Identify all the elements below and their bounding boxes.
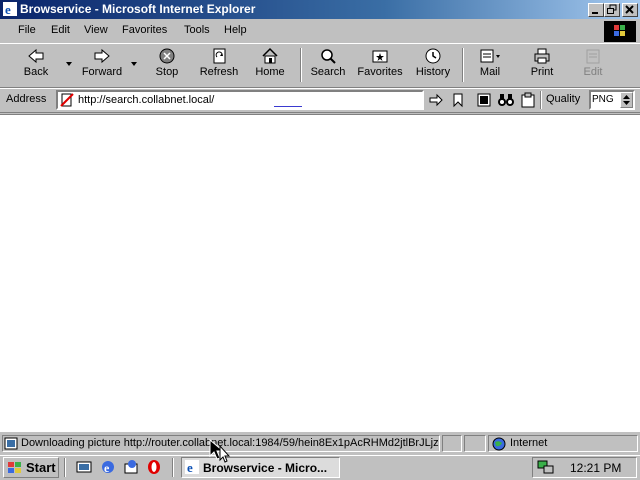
- opera-icon[interactable]: [146, 459, 162, 475]
- show-desktop-icon[interactable]: [76, 459, 92, 475]
- edit-icon: [586, 49, 600, 64]
- svg-text:e: e: [5, 2, 11, 16]
- page-content[interactable]: [0, 114, 640, 432]
- ie-throbber-logo: [604, 21, 636, 42]
- book-icon[interactable]: [476, 92, 492, 108]
- favorites-button[interactable]: Favorites: [354, 47, 406, 83]
- favorites-icon: [372, 50, 388, 63]
- refresh-button[interactable]: Refresh: [196, 47, 242, 83]
- security-zone: Internet: [510, 437, 548, 449]
- taskbar-separator: [172, 458, 174, 477]
- ie-window-icon: e: [185, 460, 199, 474]
- home-button[interactable]: Home: [252, 47, 288, 83]
- go-arrow-icon[interactable]: [428, 92, 444, 108]
- status-pane-lock: [464, 435, 486, 452]
- search-icon: [321, 49, 336, 64]
- svg-text:e: e: [104, 461, 110, 475]
- minimize-icon: [592, 12, 598, 14]
- minimize-button[interactable]: [588, 3, 604, 17]
- taskbar-clock[interactable]: 12:21 PM: [570, 461, 621, 475]
- forward-dropdown-arrow-icon[interactable]: [131, 62, 137, 66]
- windows-logo-icon: [614, 25, 625, 36]
- quality-value: PNG: [592, 94, 614, 105]
- start-button[interactable]: Start: [3, 457, 59, 478]
- print-icon: [534, 48, 550, 64]
- history-button[interactable]: History: [412, 47, 454, 83]
- menu-file[interactable]: File: [18, 24, 36, 36]
- print-button[interactable]: Print: [524, 47, 560, 83]
- address-underline: [274, 106, 302, 107]
- stop-button[interactable]: Stop: [150, 47, 184, 83]
- menu-view[interactable]: View: [84, 24, 108, 36]
- window-title: Browservice - Microsoft Internet Explore…: [20, 2, 256, 16]
- toolbar-separator: [300, 48, 302, 82]
- menu-edit[interactable]: Edit: [51, 24, 70, 36]
- stop-icon: [159, 48, 175, 64]
- refresh-icon: [213, 48, 226, 64]
- status-pane-progress: [442, 435, 462, 452]
- menu-help[interactable]: Help: [224, 24, 247, 36]
- forward-button[interactable]: Forward: [78, 47, 126, 83]
- svg-text:e: e: [187, 460, 193, 474]
- network-tray-icon[interactable]: [537, 459, 555, 475]
- windows-flag-icon: [8, 462, 21, 473]
- mail-button[interactable]: Mail: [472, 47, 508, 83]
- back-dropdown-arrow-icon[interactable]: [66, 62, 72, 66]
- quality-spinner[interactable]: [620, 92, 633, 108]
- address-value[interactable]: http://search.collabnet.local/: [78, 94, 214, 106]
- address-label: Address: [6, 93, 47, 105]
- spinner-arrows-icon: [623, 95, 630, 105]
- mouse-cursor-icon: [209, 438, 231, 463]
- restore-icon: [607, 4, 617, 14]
- home-icon: [262, 47, 278, 64]
- quality-label: Quality: [546, 93, 581, 105]
- edit-button[interactable]: Edit: [578, 47, 608, 83]
- history-icon: [425, 48, 441, 64]
- toolbar-separator: [462, 48, 464, 82]
- download-page-icon: [4, 437, 18, 450]
- bookmark-icon[interactable]: [450, 92, 466, 108]
- address-separator: [540, 91, 542, 109]
- close-icon: [625, 5, 634, 14]
- menu-tools[interactable]: Tools: [184, 24, 210, 36]
- clipboard-icon[interactable]: [520, 92, 536, 108]
- back-button[interactable]: Back: [16, 47, 56, 83]
- binoculars-icon[interactable]: [497, 92, 515, 108]
- page-no-connection-icon: [60, 93, 74, 107]
- ie-quicklaunch-icon[interactable]: e: [100, 459, 116, 475]
- outlook-express-icon[interactable]: [123, 459, 139, 475]
- globe-icon: [492, 437, 506, 451]
- mail-icon: [480, 49, 500, 63]
- menu-favorites[interactable]: Favorites: [122, 24, 167, 36]
- restore-button[interactable]: [604, 3, 620, 17]
- close-button[interactable]: [622, 3, 638, 17]
- forward-arrow-icon: [94, 48, 110, 64]
- ie-logo-icon[interactable]: e: [3, 2, 17, 16]
- taskbar-separator: [64, 458, 66, 477]
- search-button[interactable]: Search: [308, 47, 348, 83]
- back-arrow-icon: [28, 48, 44, 64]
- taskbar-button-browservice[interactable]: e Browservice - Micro...: [181, 457, 340, 478]
